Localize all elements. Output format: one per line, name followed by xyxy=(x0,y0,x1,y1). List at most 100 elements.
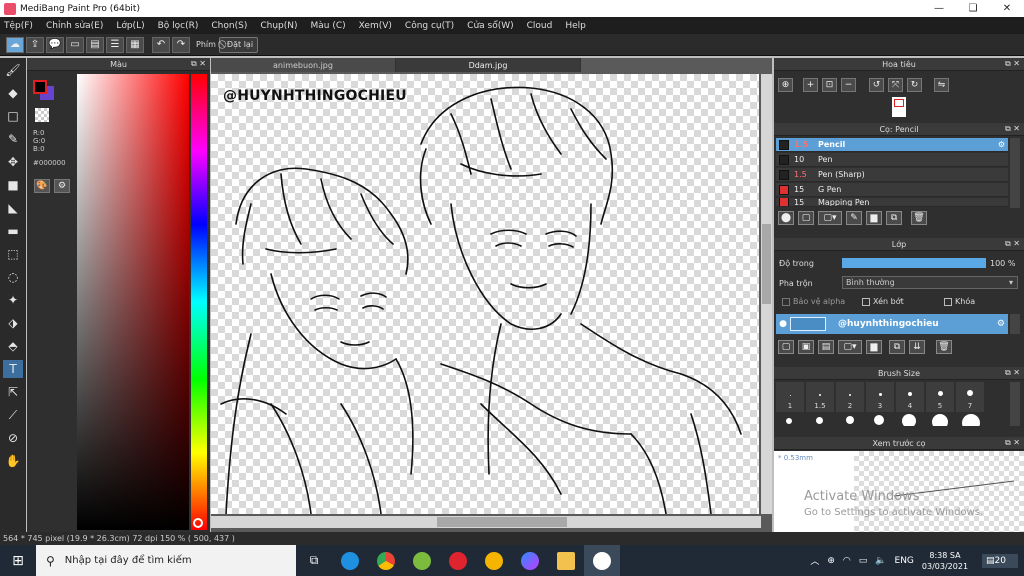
brush-new-icon[interactable]: ▢ xyxy=(798,211,814,225)
new-layer-icon[interactable]: ▢ xyxy=(778,340,794,354)
select-pen-tool-icon[interactable]: ⬗ xyxy=(3,314,23,332)
brush-item-g-pen[interactable]: 15 G Pen xyxy=(776,183,1008,197)
palette-add-icon[interactable]: ⚙ xyxy=(54,179,70,193)
chevron-up-icon[interactable]: ︿ xyxy=(810,554,819,567)
operation-tool-icon[interactable]: ⇱ xyxy=(3,383,23,401)
close-button[interactable]: ✕ xyxy=(990,0,1024,17)
brush-size-1[interactable]: 1 xyxy=(776,382,804,412)
wifi-icon[interactable]: ◠ xyxy=(843,556,851,566)
taskbar-search[interactable]: ⚲ Nhập tại đây để tìm kiếm xyxy=(36,545,296,576)
divide-tool-icon[interactable]: ⟋ xyxy=(3,406,23,424)
file-explorer-icon[interactable] xyxy=(548,545,584,576)
menu-tools[interactable]: Công cụ(T) xyxy=(405,21,454,31)
canvas-horizontal-scrollbar[interactable] xyxy=(211,516,761,528)
clock[interactable]: 8:38 SA 03/03/2021 xyxy=(922,550,968,572)
menu-help[interactable]: Help xyxy=(565,21,586,31)
tab-ddam[interactable]: Ddam.jpg xyxy=(396,58,581,72)
horizontal-scroll-thumb[interactable] xyxy=(437,517,567,527)
clipping-checkbox[interactable]: Xén bớt xyxy=(862,297,904,306)
edge-icon[interactable] xyxy=(332,545,368,576)
brush-item-mapping-pen[interactable]: 15 Mapping Pen xyxy=(776,198,1008,207)
maximize-button[interactable]: ❏ xyxy=(956,0,990,17)
brush-add-icon[interactable]: ⬤ xyxy=(778,211,794,225)
redo-icon[interactable]: ↷ xyxy=(172,36,190,53)
magic-wand-tool-icon[interactable]: ✦ xyxy=(3,291,23,309)
battery-icon[interactable]: ▭ xyxy=(859,556,868,566)
hue-slider[interactable] xyxy=(191,74,207,530)
canvas-vertical-scrollbar[interactable] xyxy=(761,74,772,514)
brush-size-2[interactable]: 2 xyxy=(836,382,864,412)
zoom-icon[interactable]: ⊕ xyxy=(778,78,793,92)
navigator-viewport-rect[interactable] xyxy=(894,99,904,107)
chrome-canary-icon[interactable] xyxy=(476,545,512,576)
rotate-left-icon[interactable]: ↺ xyxy=(869,78,884,92)
opacity-slider[interactable] xyxy=(842,258,986,268)
brush-delete-icon[interactable]: 🗑 xyxy=(911,211,927,225)
medibang-taskbar-icon[interactable] xyxy=(584,545,620,576)
app-green-icon[interactable] xyxy=(404,545,440,576)
panel-close-icon[interactable]: ⧉ ✕ xyxy=(191,59,206,69)
comment-icon[interactable]: ▭ xyxy=(66,36,84,53)
brush-size-7[interactable]: 7 xyxy=(956,382,984,412)
brush-size-5[interactable]: 5 xyxy=(926,382,954,412)
lock-checkbox[interactable]: Khóa xyxy=(944,297,975,306)
layer-add-menu-icon[interactable]: ▢▾ xyxy=(838,340,862,354)
chat-icon[interactable]: 💬 xyxy=(46,36,64,53)
notification-icon[interactable]: ▤20 xyxy=(982,553,1018,568)
chrome-icon[interactable] xyxy=(368,545,404,576)
gradient-tool-icon[interactable]: ▬ xyxy=(3,222,23,240)
language-indicator[interactable]: ENG xyxy=(895,556,914,566)
grid-icon[interactable]: ▦ xyxy=(126,36,144,53)
new-layer-1bit-icon[interactable]: ▤ xyxy=(818,340,834,354)
move-tool-icon[interactable]: ✥ xyxy=(3,153,23,171)
select-eraser-tool-icon[interactable]: ⬘ xyxy=(3,337,23,355)
tab-animebuon[interactable]: animebuon.jpg xyxy=(211,58,396,72)
list-icon[interactable]: ☰ xyxy=(106,36,124,53)
reset-button[interactable]: ⃠Đặt lại xyxy=(218,36,259,53)
line-tool-icon[interactable]: ✎ xyxy=(3,130,23,148)
drawing-canvas[interactable]: @HUYNHTHINGOCHIEU xyxy=(211,74,759,514)
brush-edit-icon[interactable]: ✎ xyxy=(846,211,862,225)
brush-menu-icon[interactable]: ▢▾ xyxy=(818,211,842,225)
flip-icon[interactable]: ⇋ xyxy=(934,78,949,92)
menu-edit[interactable]: Chỉnh sửa(E) xyxy=(46,21,103,31)
menu-layer[interactable]: Lớp(L) xyxy=(116,21,144,31)
rotate-right-icon[interactable]: ↻ xyxy=(907,78,922,92)
vertical-scroll-thumb[interactable] xyxy=(762,224,771,304)
zoom-in-icon[interactable]: + xyxy=(803,78,818,92)
menu-filter[interactable]: Bộ lọc(R) xyxy=(158,21,199,31)
cloud-icon[interactable]: ☁ xyxy=(6,36,24,53)
menu-view[interactable]: Xem(V) xyxy=(359,21,392,31)
brush-item-pencil[interactable]: 1.5 Pencil ⚙ xyxy=(776,138,1008,152)
hand-tool-icon[interactable]: ✋ xyxy=(3,452,23,470)
merge-layer-icon[interactable]: ⇊ xyxy=(909,340,925,354)
fit-icon[interactable]: ⊡ xyxy=(822,78,837,92)
brush-size-panel-buttons-icon[interactable]: ⧉ ✕ xyxy=(1005,368,1020,378)
blend-mode-select[interactable]: Bình thường ▾ xyxy=(842,276,1018,289)
brush-size-scrollbar[interactable] xyxy=(1010,382,1020,426)
fit-window-icon[interactable]: ⤧ xyxy=(888,78,903,92)
brush-preview-panel-buttons-icon[interactable]: ⧉ ✕ xyxy=(1005,438,1020,448)
delete-layer-icon[interactable]: 🗑 xyxy=(936,340,952,354)
layer-row[interactable]: ● @huynhthingochieu ⚙ xyxy=(776,314,1008,334)
layer-panel-buttons-icon[interactable]: ⧉ ✕ xyxy=(1005,239,1020,249)
zoom-out-icon[interactable]: − xyxy=(841,78,856,92)
task-view-icon[interactable]: ⧉ xyxy=(296,545,332,576)
brush-copy-icon[interactable]: ⧉ xyxy=(886,211,902,225)
minimize-button[interactable]: — xyxy=(922,0,956,17)
brush-panel-buttons-icon[interactable]: ⧉ ✕ xyxy=(1005,124,1020,134)
eraser-tool-icon[interactable]: ◆ xyxy=(3,84,23,102)
transparent-color-swatch[interactable] xyxy=(35,108,49,122)
opera-icon[interactable] xyxy=(440,545,476,576)
brush-item-pen-sharp[interactable]: 1.5 Pen (Sharp) xyxy=(776,168,1008,182)
volume-icon[interactable]: 🔈 xyxy=(875,556,886,566)
bucket-tool-icon[interactable]: ◣ xyxy=(3,199,23,217)
eyedropper-tool-icon[interactable]: ⊘ xyxy=(3,429,23,447)
brush-size-1-5[interactable]: 1.5 xyxy=(806,382,834,412)
gear-icon[interactable]: ⚙ xyxy=(997,319,1005,329)
protect-alpha-checkbox[interactable]: Bảo vệ alpha xyxy=(782,297,845,306)
foreground-color-swatch[interactable] xyxy=(33,80,47,94)
saturation-value-picker[interactable] xyxy=(77,74,189,530)
palette-icon[interactable]: 🎨 xyxy=(34,179,50,193)
menu-color[interactable]: Màu (C) xyxy=(311,21,346,31)
